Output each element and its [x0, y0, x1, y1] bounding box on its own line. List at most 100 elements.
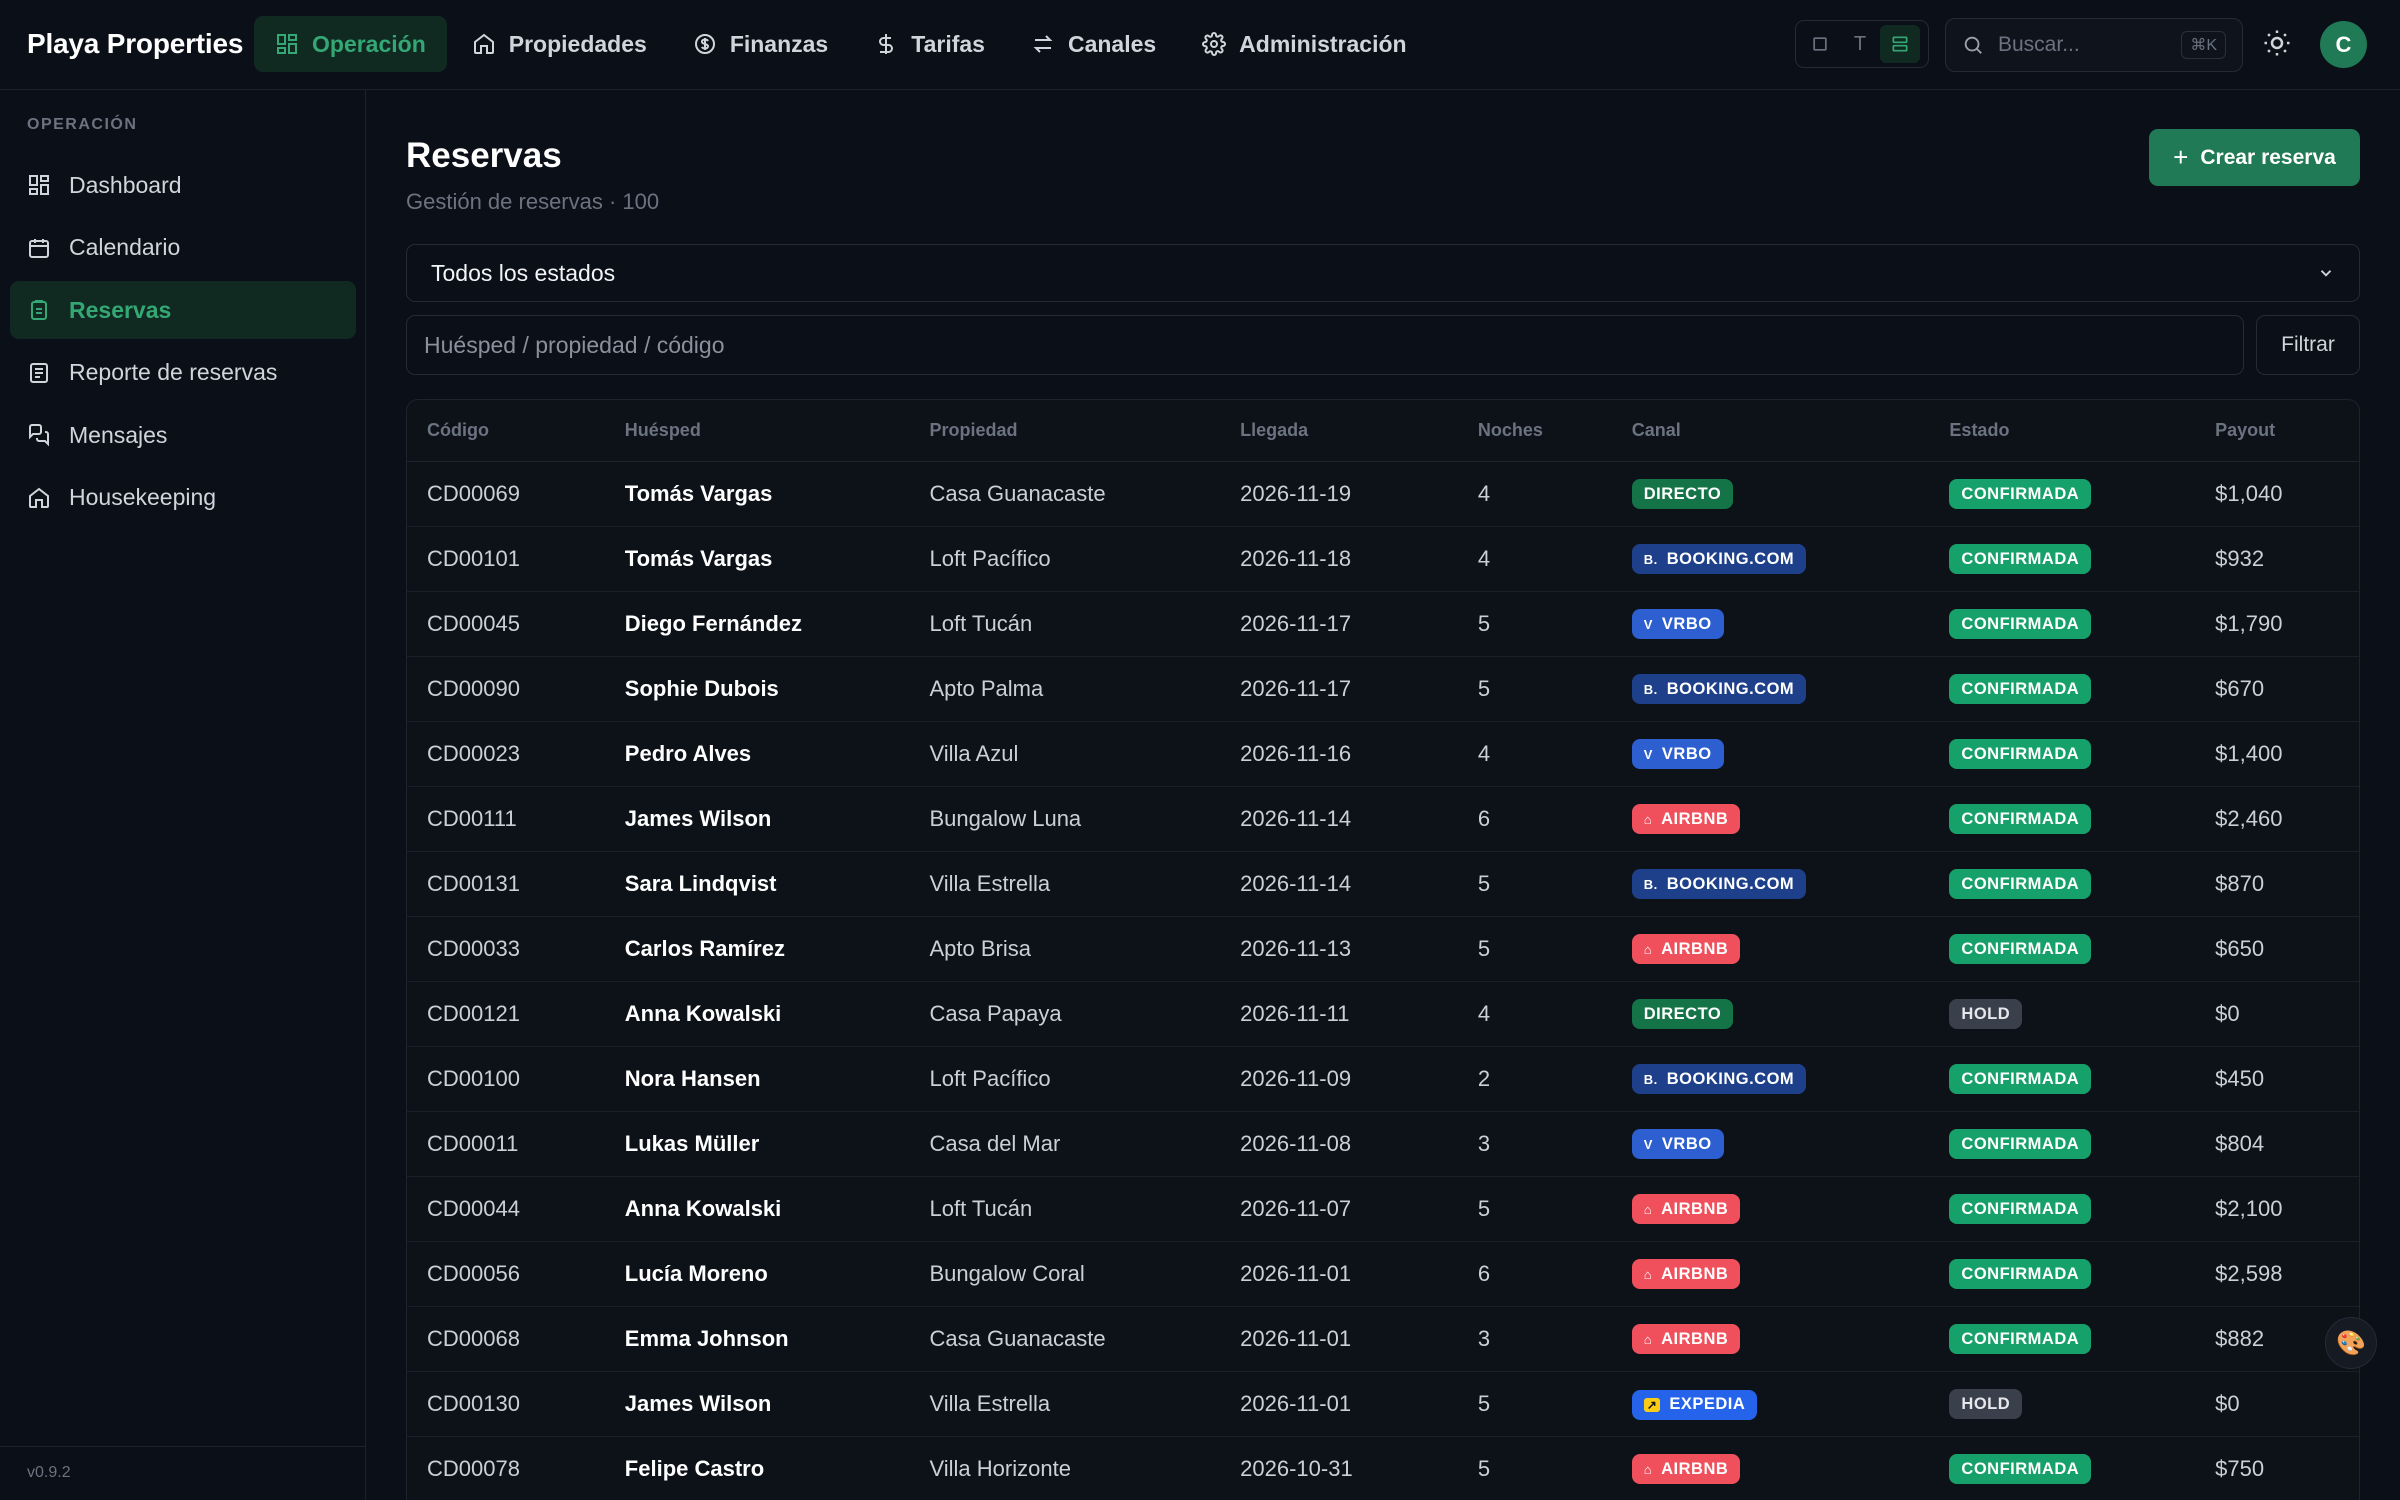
table-row[interactable]: CD00023 Pedro Alves Villa Azul 2026-11-16 4 V… [407, 722, 2359, 787]
rows-icon [1892, 36, 1908, 52]
table-row[interactable]: CD00045 Diego Fernández Loft Tucán 2026-11-… [407, 592, 2359, 657]
column-header-payout[interactable]: Payout [2195, 420, 2359, 441]
status-badge: CONFIRMADA [1949, 479, 2092, 510]
table-row[interactable]: CD00121 Anna Kowalski Casa Papaya 2026-11-1… [407, 982, 2359, 1047]
palette-button[interactable]: 🎨 [2325, 1317, 2377, 1369]
cell-propiedad: Villa Azul [929, 741, 1019, 766]
table-row[interactable]: CD00131 Sara Lindqvist Villa Estrella 2026-… [407, 852, 2359, 917]
view-text-button[interactable]: T [1840, 25, 1880, 63]
cell-huesped: Carlos Ramírez [624, 936, 785, 961]
airbnb-logo-icon: ⌂ [1643, 941, 1653, 957]
avatar[interactable]: C [2320, 21, 2367, 68]
cell-estado: CONFIRMADA [1929, 869, 2195, 900]
channel-badge: V VRBO [1631, 739, 1724, 770]
airbnb-logo-icon: ⌂ [1643, 1331, 1653, 1347]
cell-payout: $804 [2215, 1131, 2265, 1156]
brand-logo[interactable]: Playa Properties [27, 28, 243, 60]
nav-item-canales[interactable]: Canales [1010, 16, 1177, 72]
view-card-button[interactable] [1800, 25, 1840, 63]
column-header-canal[interactable]: Canal [1612, 420, 1930, 441]
sidebar-item-mensajes[interactable]: Mensajes [10, 406, 356, 464]
table-row[interactable]: CD00111 James Wilson Bungalow Luna 2026-11-… [407, 787, 2359, 852]
search-box[interactable]: Buscar... ⌘K [1945, 18, 2243, 72]
search-filter-input[interactable]: Huésped / propiedad / código [406, 315, 2244, 375]
cell-propiedad: Bungalow Coral [929, 1261, 1085, 1286]
sidebar-item-label: Dashboard [69, 171, 182, 198]
cell-payout: $1,400 [2215, 741, 2283, 766]
theme-toggle-button[interactable] [2262, 28, 2296, 62]
column-header-propiedad[interactable]: Propiedad [909, 420, 1220, 441]
cell-propiedad: Villa Estrella [929, 1391, 1051, 1416]
cell-propiedad: Casa Guanacaste [929, 1326, 1106, 1351]
cell-payout: $750 [2215, 1456, 2265, 1481]
status-badge: CONFIRMADA [1949, 1324, 2092, 1355]
cell-propiedad: Villa Horizonte [929, 1456, 1071, 1481]
status-badge: CONFIRMADA [1949, 1129, 2092, 1160]
cell-canal: V VRBO [1612, 1129, 1930, 1160]
table-row[interactable]: CD00078 Felipe Castro Villa Horizonte 2026-… [407, 1437, 2359, 1500]
sidebar-item-calendario[interactable]: Calendario [10, 219, 356, 277]
sidebar-item-dashboard[interactable]: Dashboard [10, 156, 356, 214]
channel-label: AIRBNB [1661, 1199, 1729, 1218]
status-filter-select[interactable]: Todos los estados [406, 244, 2360, 302]
table-row[interactable]: CD00090 Sophie Dubois Apto Palma 2026-11-17… [407, 657, 2359, 722]
search-shortcut: ⌘K [2181, 31, 2226, 59]
table-row[interactable]: CD00069 Tomás Vargas Casa Guanacaste 2026-1… [407, 462, 2359, 527]
table-row[interactable]: CD00044 Anna Kowalski Loft Tucán 2026-11-07… [407, 1177, 2359, 1242]
table-row[interactable]: CD00101 Tomás Vargas Loft Pacífico 2026-11-… [407, 527, 2359, 592]
column-header-codigo[interactable]: Código [407, 420, 605, 441]
cell-estado: CONFIRMADA [1929, 479, 2195, 510]
sidebar-footer: v0.9.2 [0, 1446, 366, 1500]
status-badge: CONFIRMADA [1949, 609, 2092, 640]
square-icon [1813, 37, 1827, 51]
channel-label: DIRECTO [1643, 1004, 1722, 1023]
table-row[interactable]: CD00033 Carlos Ramírez Apto Brisa 2026-11-1… [407, 917, 2359, 982]
filter-button[interactable]: Filtrar [2256, 315, 2360, 375]
column-header-huesped[interactable]: Huésped [605, 420, 910, 441]
cell-codigo: CD00121 [427, 1001, 520, 1026]
status-badge: CONFIRMADA [1949, 934, 2092, 965]
nav-item-administracion[interactable]: Administración [1181, 16, 1427, 72]
airbnb-logo-icon: ⌂ [1643, 811, 1653, 827]
status-badge: CONFIRMADA [1949, 1064, 2092, 1095]
column-header-noches[interactable]: Noches [1458, 420, 1612, 441]
channel-label: AIRBNB [1661, 1459, 1729, 1478]
channel-label: EXPEDIA [1669, 1395, 1746, 1413]
channel-label: BOOKING.COM [1666, 874, 1795, 893]
column-header-estado[interactable]: Estado [1929, 420, 2195, 441]
cell-estado: HOLD [1929, 999, 2195, 1030]
table-row[interactable]: CD00130 James Wilson Villa Estrella 2026-11… [407, 1372, 2359, 1437]
table-row[interactable]: CD00068 Emma Johnson Casa Guanacaste 2026-1… [407, 1307, 2359, 1372]
cell-huesped: Tomás Vargas [624, 481, 773, 506]
cell-canal: ⌂ AIRBNB [1612, 1324, 1930, 1355]
version-label: v0.9.2 [27, 1464, 71, 1481]
cell-propiedad: Loft Tucán [929, 611, 1033, 636]
channel-label: BOOKING.COM [1666, 549, 1795, 568]
table-row[interactable]: CD00011 Lukas Müller Casa del Mar 2026-11-0… [407, 1112, 2359, 1177]
table-row[interactable]: CD00100 Nora Hansen Loft Pacífico 2026-11-0… [407, 1047, 2359, 1112]
status-badge: CONFIRMADA [1949, 1454, 2092, 1485]
cell-llegada: 2026-11-08 [1240, 1131, 1352, 1156]
cell-canal: ⌂ AIRBNB [1612, 1194, 1930, 1225]
cell-llegada: 2026-11-09 [1240, 1066, 1352, 1091]
cell-codigo: CD00090 [427, 676, 520, 701]
sidebar-item-housekeeping[interactable]: Housekeeping [10, 469, 356, 527]
cell-canal: V VRBO [1612, 609, 1930, 640]
view-list-button[interactable] [1880, 25, 1920, 63]
vrbo-logo-icon: V [1643, 746, 1653, 762]
nav-item-finanzas[interactable]: Finanzas [672, 16, 849, 72]
cell-propiedad: Bungalow Luna [929, 806, 1082, 831]
cell-estado: CONFIRMADA [1929, 674, 2195, 705]
status-badge: CONFIRMADA [1949, 544, 2092, 575]
sidebar-item-reservas[interactable]: Reservas [10, 281, 356, 339]
table-row[interactable]: CD00056 Lucía Moreno Bungalow Coral 2026-11… [407, 1242, 2359, 1307]
cell-codigo: CD00045 [427, 611, 520, 636]
cell-llegada: 2026-11-07 [1240, 1196, 1352, 1221]
nav-item-propiedades[interactable]: Propiedades [451, 16, 668, 72]
create-reservation-button[interactable]: + Crear reserva [2149, 129, 2360, 186]
sidebar-item-reporte[interactable]: Reporte de reservas [10, 344, 356, 402]
cell-huesped: Sara Lindqvist [624, 871, 777, 896]
nav-item-tarifas[interactable]: Tarifas [853, 16, 1006, 72]
column-header-llegada[interactable]: Llegada [1220, 420, 1458, 441]
nav-item-operacion[interactable]: Operación [254, 16, 447, 72]
